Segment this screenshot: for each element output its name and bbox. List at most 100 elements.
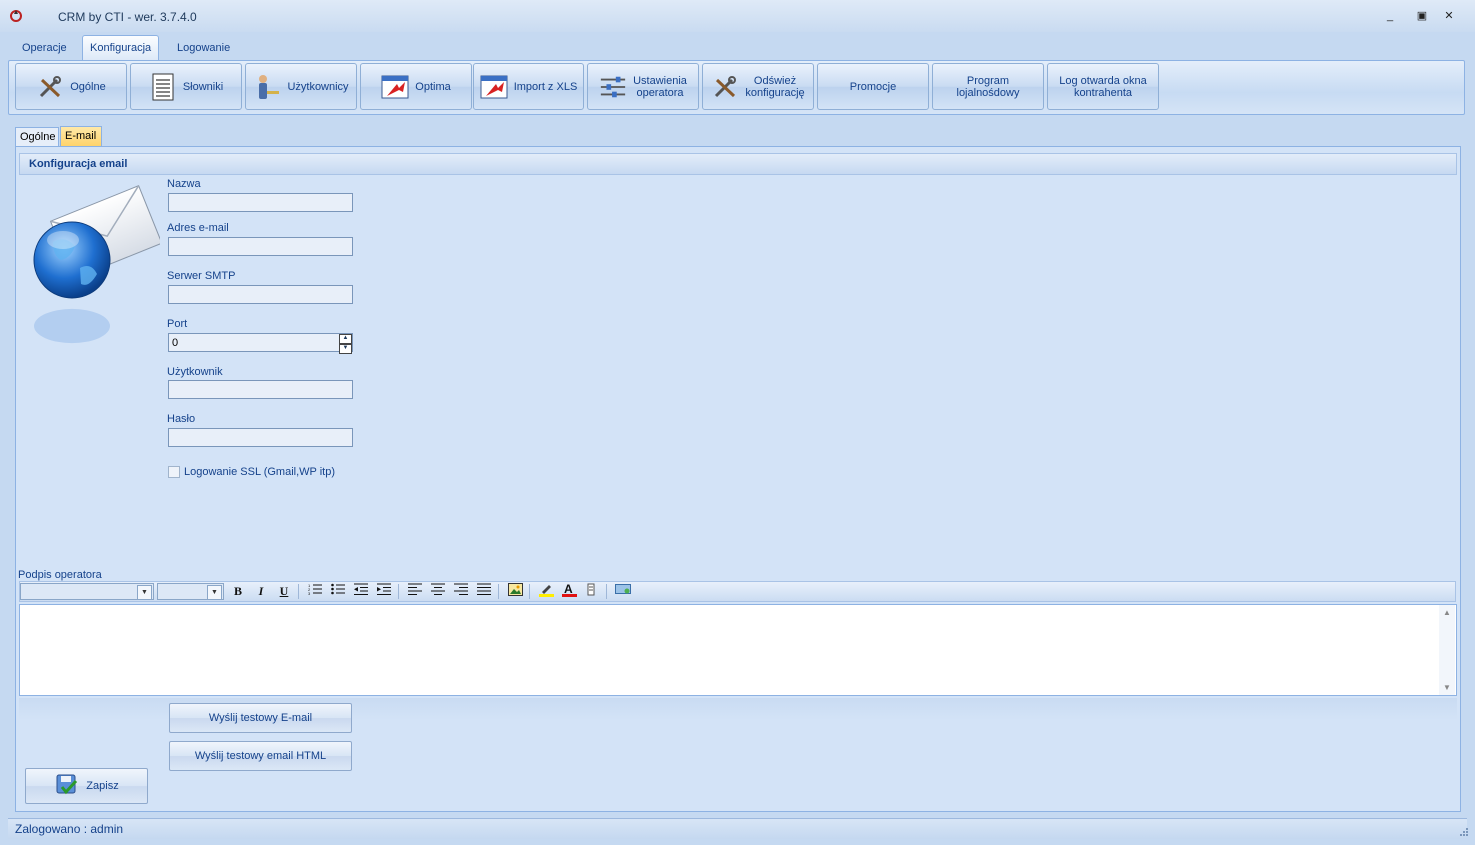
scroll-down-icon[interactable]: ▼ — [1439, 683, 1455, 692]
optima-button[interactable]: Optima — [360, 63, 472, 110]
outdent-icon[interactable] — [352, 583, 370, 600]
ustawienia-label-line2: operatora — [636, 86, 684, 99]
ssl-label: Logowanie SSL (Gmail,WP itp) — [184, 466, 336, 478]
ribbon-tab-operacje[interactable]: Operacje — [15, 36, 74, 60]
italic-button[interactable]: I — [252, 583, 270, 600]
scroll-up-icon[interactable]: ▲ — [1439, 608, 1455, 617]
port-stepper[interactable]: ▲ ▼ — [339, 334, 352, 354]
slowniki-label: Słowniki — [182, 80, 224, 93]
sliders-icon — [599, 73, 627, 101]
chevron-down-icon[interactable]: ▼ — [207, 585, 222, 600]
underline-button[interactable]: U — [275, 583, 293, 600]
align-right-icon[interactable] — [452, 583, 470, 600]
haslo-label: Hasło — [167, 413, 196, 425]
window-title: CRM by CTI - wer. 3.7.4.0 — [58, 10, 197, 24]
nazwa-label: Nazwa — [167, 178, 201, 190]
promocje-label: Promocje — [849, 80, 897, 93]
smtp-server-label: Serwer SMTP — [167, 270, 236, 282]
tab-ogolne[interactable]: Ogólne — [15, 127, 59, 146]
resize-grip-icon[interactable] — [1458, 826, 1468, 836]
email-address-field[interactable] — [168, 237, 353, 256]
clear-format-icon[interactable] — [583, 583, 601, 600]
insert-html-icon[interactable] — [614, 583, 632, 600]
toolbar-separator — [298, 584, 299, 599]
font-name-select[interactable]: ▼ — [20, 583, 154, 600]
username-field[interactable] — [168, 380, 353, 399]
status-bar: Zalogowano : admin — [8, 818, 1467, 839]
save-disk-icon — [54, 773, 80, 800]
justify-icon[interactable] — [475, 583, 493, 600]
ssl-checkbox[interactable] — [168, 466, 180, 478]
user-key-icon — [253, 73, 281, 101]
ustawienia-operatora-label: Ustawienia operatora — [633, 75, 687, 99]
ogolne-button[interactable]: Ogólne — [15, 63, 127, 110]
bullet-list-icon[interactable] — [329, 583, 347, 600]
uzytkownicy-button[interactable]: Użytkownicy — [245, 63, 357, 110]
highlight-icon[interactable] — [537, 583, 555, 600]
port-label: Port — [167, 318, 188, 330]
optima-label: Optima — [415, 80, 451, 93]
toolbar-separator — [606, 584, 607, 599]
signature-editor[interactable] — [19, 604, 1457, 696]
ribbon-tab-logowanie[interactable]: Logowanie — [170, 36, 237, 60]
odswiez-label: Odśwież konfigurację — [745, 75, 804, 99]
signature-label: Podpis operatora — [18, 569, 102, 581]
tab-email[interactable]: E-mail — [60, 126, 102, 146]
ogolne-label: Ogólne — [70, 80, 106, 93]
toolbar-separator — [498, 584, 499, 599]
insert-image-icon[interactable] — [506, 583, 524, 600]
ribbon-tab-konfiguracja[interactable]: Konfiguracja — [82, 35, 160, 60]
toolbar-separator — [398, 584, 399, 599]
ustawienia-label-line1: Ustawienia — [633, 74, 687, 87]
log-label-line2: kontrahenta — [1073, 86, 1133, 99]
promocje-button[interactable]: Promocje — [817, 63, 929, 110]
tools-icon — [711, 73, 739, 101]
group-header: Konfiguracja email — [19, 153, 1457, 175]
log-otwarcia-okna-button[interactable]: Log otwarda okna kontrahenta — [1047, 63, 1159, 110]
uzytkownik-label: Użytkownik — [167, 366, 223, 378]
app-icon[interactable] — [8, 8, 24, 24]
password-field[interactable] — [168, 428, 353, 447]
tools-icon — [36, 73, 64, 101]
indent-icon[interactable] — [375, 583, 393, 600]
ustawienia-operatora-button[interactable]: Ustawienia operatora — [587, 63, 699, 110]
bold-button[interactable]: B — [229, 583, 247, 600]
logged-in-status: Zalogowano : admin — [15, 822, 124, 836]
align-center-icon[interactable] — [429, 583, 447, 600]
nazwa-field[interactable] — [168, 193, 353, 212]
import-xls-button[interactable]: Import z XLS — [473, 63, 584, 110]
spin-down-icon[interactable]: ▼ — [339, 344, 352, 354]
send-test-email-button[interactable]: Wyślij testowy E-mail — [169, 703, 352, 733]
import-window-icon — [480, 73, 508, 101]
program-label-line2: lojalnośdowy — [956, 86, 1020, 99]
email-globe-icon — [25, 180, 163, 380]
port-field[interactable] — [168, 333, 353, 352]
slowniki-button[interactable]: Słowniki — [130, 63, 242, 110]
log-label-line1: Log otwarda okna — [1059, 74, 1147, 87]
send-test-html-email-button[interactable]: Wyślij testowy email HTML — [169, 741, 352, 771]
numbered-list-icon[interactable]: 123 — [306, 583, 324, 600]
smtp-server-field[interactable] — [168, 285, 353, 304]
chevron-down-icon[interactable]: ▼ — [137, 585, 152, 600]
save-label: Zapisz — [86, 780, 119, 792]
align-left-icon[interactable] — [406, 583, 424, 600]
program-label-line1: Program — [966, 74, 1010, 87]
uzytkownicy-label: Użytkownicy — [287, 80, 349, 93]
odswiez-konfiguracje-button[interactable]: Odśwież konfigurację — [702, 63, 814, 110]
font-color-icon[interactable]: A — [560, 582, 578, 600]
document-list-icon — [149, 73, 177, 101]
odswiez-label-line2: konfigurację — [745, 86, 805, 99]
font-size-select[interactable]: ▼ — [157, 583, 224, 600]
adres-email-label: Adres e-mail — [167, 222, 229, 234]
import-xls-label: Import z XLS — [513, 80, 578, 93]
restore-button[interactable]: ▣ — [1413, 8, 1431, 24]
title-bar — [0, 0, 1475, 32]
spin-up-icon[interactable]: ▲ — [339, 334, 352, 344]
odswiez-label-line1: Odśwież — [753, 74, 797, 87]
minimize-button[interactable]: _ — [1381, 8, 1399, 24]
close-button[interactable]: ✕ — [1440, 8, 1458, 24]
import-window-icon — [381, 73, 409, 101]
save-button[interactable]: Zapisz — [25, 768, 148, 804]
editor-scrollbar[interactable]: ▲ ▼ — [1439, 605, 1455, 695]
program-lojalnosciowy-button[interactable]: Program lojalnośdowy — [932, 63, 1044, 110]
